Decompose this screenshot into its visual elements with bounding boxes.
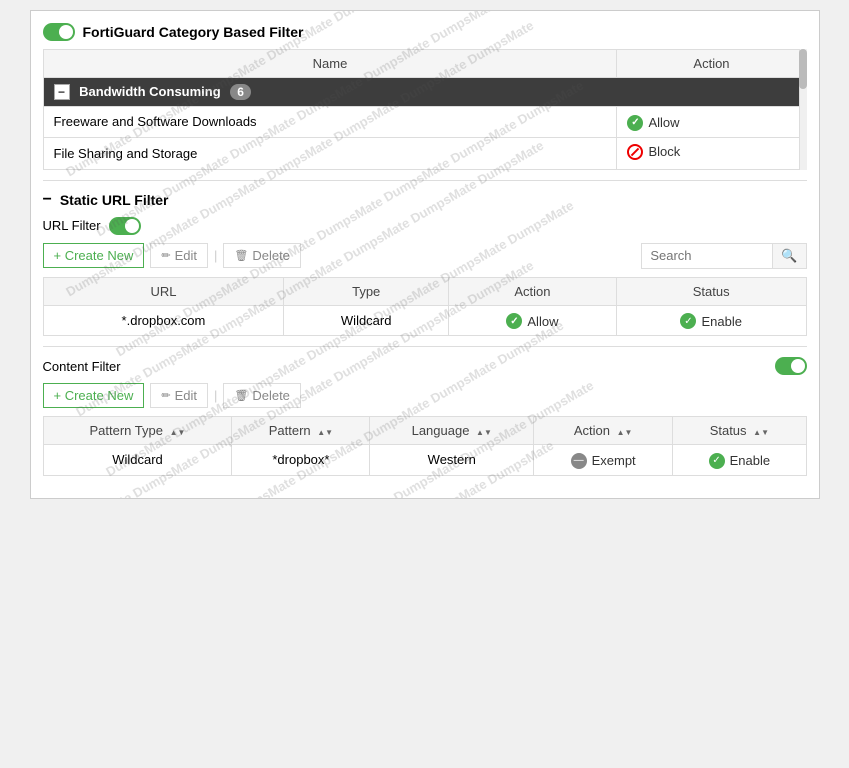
create-new-label: + Create New bbox=[54, 248, 134, 263]
cf-status: ✓ Enable bbox=[673, 445, 806, 476]
content-delete-label: Delete bbox=[252, 388, 290, 403]
fortiguard-table: Name Action − Bandwidth Consuming 6 Free… bbox=[43, 49, 807, 170]
url-value: *.dropbox.com bbox=[43, 305, 284, 336]
static-url-collapse-icon[interactable]: − bbox=[43, 191, 52, 209]
section-divider-2 bbox=[43, 346, 807, 347]
content-create-new-label: + Create New bbox=[54, 388, 134, 403]
table-row[interactable]: Freeware and Software Downloads ✓ Allow bbox=[43, 107, 806, 138]
toolbar-divider-1: | bbox=[214, 248, 217, 263]
action-allow-icon: ✓ Allow bbox=[627, 115, 679, 131]
url-col-url: URL bbox=[43, 277, 284, 305]
edit-button[interactable]: ✏ Edit bbox=[150, 243, 208, 268]
fortiguard-section-header: FortiGuard Category Based Filter bbox=[43, 23, 807, 41]
sort-icon-pattern[interactable]: ▲▼ bbox=[317, 429, 333, 437]
content-edit-pencil-icon: ✏ bbox=[161, 389, 170, 402]
cf-pattern: *dropbox* bbox=[232, 445, 370, 476]
cf-enable-icon: ✓ bbox=[709, 453, 725, 469]
category-bandwidth-cell: − Bandwidth Consuming 6 bbox=[43, 78, 806, 107]
url-enable-status: ✓ Enable bbox=[680, 313, 741, 329]
create-new-button[interactable]: + Create New bbox=[43, 243, 145, 268]
url-filter-row: URL Filter bbox=[43, 217, 807, 235]
url-filter-table: URL Type Action Status *.dropbox.com Wil… bbox=[43, 277, 807, 337]
sort-icon-action[interactable]: ▲▼ bbox=[617, 429, 633, 437]
table-row[interactable]: *.dropbox.com Wildcard ✓ Allow ✓ Enable bbox=[43, 305, 806, 336]
scrollbar-track[interactable] bbox=[799, 49, 807, 170]
cf-language: Western bbox=[370, 445, 534, 476]
main-container: DumpsMate DumpsMate DumpsMate DumpsMate … bbox=[30, 10, 820, 499]
sort-icon-language[interactable]: ▲▼ bbox=[476, 429, 492, 437]
block-circle bbox=[627, 144, 643, 160]
content-filter-table: Pattern Type ▲▼ Pattern ▲▼ Language ▲▼ A… bbox=[43, 416, 807, 476]
url-allow-icon: ✓ bbox=[506, 313, 522, 329]
content-edit-button[interactable]: ✏ Edit bbox=[150, 383, 208, 408]
url-action: ✓ Allow bbox=[448, 305, 616, 336]
url-col-status: Status bbox=[616, 277, 806, 305]
url-filter-label: URL Filter bbox=[43, 218, 101, 233]
content-filter-toolbar: + Create New ✏ Edit | 🗑 Delete bbox=[43, 383, 807, 408]
cf-action-exempt: — Exempt bbox=[571, 453, 636, 469]
content-toolbar-divider: | bbox=[214, 388, 217, 403]
fortiguard-table-wrapper: Name Action − Bandwidth Consuming 6 Free… bbox=[43, 49, 807, 170]
sort-icon-status[interactable]: ▲▼ bbox=[753, 429, 769, 437]
url-filter-toolbar: + Create New ✏ Edit | 🗑 Delete 🔍 bbox=[43, 243, 807, 269]
table-row[interactable]: Wildcard *dropbox* Western — Exempt ✓ En… bbox=[43, 445, 806, 476]
url-filter-toggle[interactable] bbox=[109, 217, 141, 235]
collapse-icon: − bbox=[54, 84, 70, 100]
cf-col-status: Status ▲▼ bbox=[673, 417, 806, 445]
cf-col-action: Action ▲▼ bbox=[534, 417, 673, 445]
content-edit-label: Edit bbox=[175, 388, 197, 403]
static-url-title: Static URL Filter bbox=[60, 192, 169, 208]
exempt-icon: — bbox=[571, 453, 587, 469]
cf-action: — Exempt bbox=[534, 445, 673, 476]
url-enable-icon: ✓ bbox=[680, 313, 696, 329]
cf-pattern-type: Wildcard bbox=[43, 445, 232, 476]
fortiguard-toggle[interactable] bbox=[43, 23, 75, 41]
content-filter-toggle[interactable] bbox=[775, 357, 807, 375]
url-status: ✓ Enable bbox=[616, 305, 806, 336]
url-action-allow: ✓ Allow bbox=[506, 313, 558, 329]
static-url-section-header: − Static URL Filter bbox=[43, 191, 807, 209]
scrollbar-thumb[interactable] bbox=[799, 49, 807, 89]
cf-col-language: Language ▲▼ bbox=[370, 417, 534, 445]
delete-button[interactable]: 🗑 Delete bbox=[223, 243, 301, 268]
search-box: 🔍 bbox=[641, 243, 806, 269]
edit-pencil-icon: ✏ bbox=[161, 249, 170, 262]
row-name-freeware: Freeware and Software Downloads bbox=[43, 107, 617, 138]
search-button[interactable]: 🔍 bbox=[772, 244, 805, 268]
edit-label: Edit bbox=[175, 248, 197, 263]
search-input[interactable] bbox=[642, 244, 772, 267]
section-divider-1 bbox=[43, 180, 807, 181]
url-type: Wildcard bbox=[284, 305, 449, 336]
action-block-icon: Block bbox=[627, 144, 680, 160]
sort-icon-pattern-type[interactable]: ▲▼ bbox=[170, 429, 186, 437]
content-filter-header-row: Content Filter bbox=[43, 357, 807, 375]
col-name: Name bbox=[43, 50, 617, 78]
delete-trash-icon: 🗑 bbox=[234, 249, 248, 262]
content-delete-button[interactable]: 🗑 Delete bbox=[223, 383, 301, 408]
table-row[interactable]: File Sharing and Storage Block bbox=[43, 137, 806, 169]
category-bandwidth-label: Bandwidth Consuming bbox=[79, 84, 221, 99]
content-create-new-button[interactable]: + Create New bbox=[43, 383, 145, 408]
cf-enable-status: ✓ Enable bbox=[709, 453, 770, 469]
category-bandwidth[interactable]: − Bandwidth Consuming 6 bbox=[43, 78, 806, 107]
category-badge: 6 bbox=[230, 84, 251, 100]
delete-label: Delete bbox=[252, 248, 290, 263]
url-col-action: Action bbox=[448, 277, 616, 305]
row-action-filesharing: Block bbox=[617, 137, 806, 169]
row-action-freeware: ✓ Allow bbox=[617, 107, 806, 138]
allow-checkmark: ✓ bbox=[627, 115, 643, 131]
url-col-type: Type bbox=[284, 277, 449, 305]
cf-col-pattern-type: Pattern Type ▲▼ bbox=[43, 417, 232, 445]
content-delete-icon: 🗑 bbox=[234, 389, 248, 402]
fortiguard-title: FortiGuard Category Based Filter bbox=[83, 24, 304, 40]
cf-col-pattern: Pattern ▲▼ bbox=[232, 417, 370, 445]
row-name-filesharing: File Sharing and Storage bbox=[43, 137, 617, 169]
content-filter-title: Content Filter bbox=[43, 359, 121, 374]
col-action: Action bbox=[617, 50, 806, 78]
